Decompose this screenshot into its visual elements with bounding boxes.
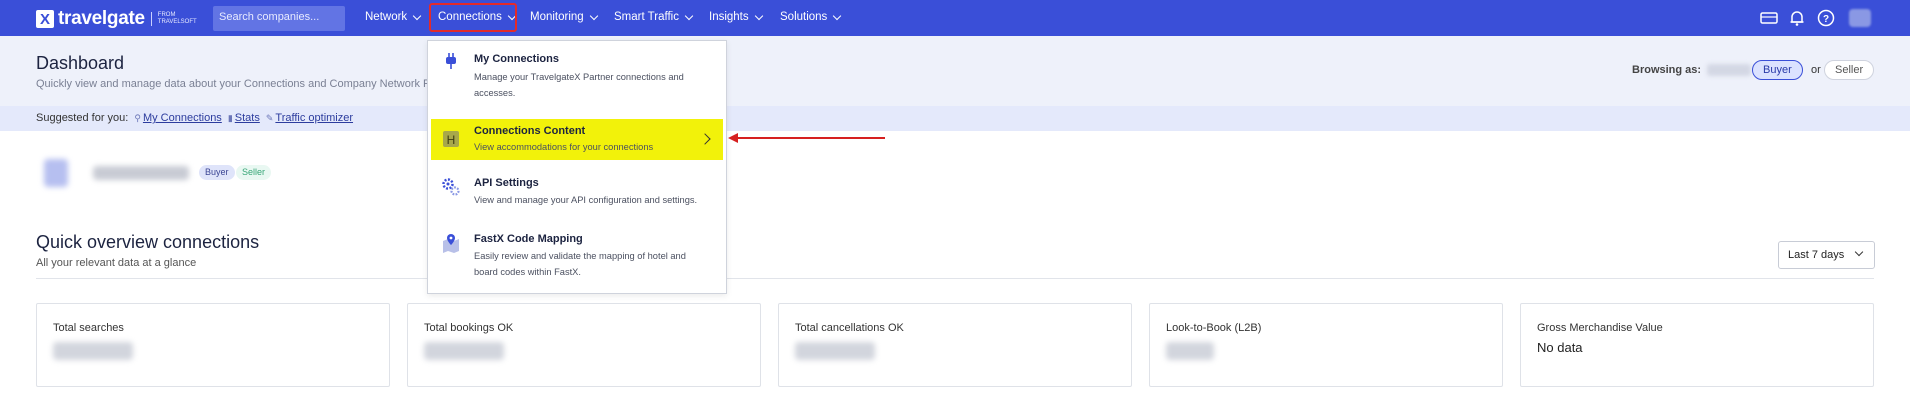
nav-monitoring[interactable]: Monitoring — [530, 11, 598, 23]
browsing-company-name — [1707, 64, 1751, 76]
suggested-link-stats[interactable]: Stats — [235, 112, 260, 124]
company-name-blurred — [93, 166, 189, 180]
chevron-down-icon — [412, 11, 422, 20]
buyer-toggle[interactable]: Buyer — [1752, 60, 1803, 80]
connections-dropdown-menu: My Connections Manage your TravelgateX P… — [427, 40, 727, 294]
travelgate-logo[interactable]: X travelgate FROM TRAVELSOFT — [36, 8, 197, 30]
search-companies-input[interactable]: Search companies... — [213, 6, 345, 31]
blurred-value — [795, 342, 875, 360]
divider — [36, 278, 1874, 279]
suggested-link-traffic-optimizer[interactable]: Traffic optimizer — [275, 112, 353, 124]
card-look-to-book: Look-to-Book (L2B) — [1149, 303, 1503, 387]
menu-item-my-connections[interactable]: My Connections Manage your TravelgateX P… — [431, 45, 723, 103]
logo-from-travelsoft: FROM TRAVELSOFT — [157, 12, 197, 25]
nav-solutions[interactable]: Solutions — [780, 11, 842, 23]
seller-tag: Seller — [236, 165, 272, 180]
suggested-label: Suggested for you: — [36, 112, 129, 124]
help-icon[interactable]: ? — [1817, 9, 1835, 27]
company-logo — [44, 159, 68, 187]
nav-network[interactable]: Network — [365, 11, 422, 23]
wrench-icon: ✎ — [265, 113, 274, 123]
seller-toggle[interactable]: Seller — [1824, 60, 1875, 80]
card-total-searches: Total searches — [36, 303, 390, 387]
svg-text:H: H — [447, 133, 456, 147]
or-text: or — [1811, 64, 1821, 76]
chevron-down-icon — [754, 11, 763, 20]
logo-divider — [150, 12, 152, 26]
logo-x-icon: X — [36, 10, 54, 28]
suggested-for-you: Suggested for you: ⚲ My Connections ▮ Stat… — [36, 112, 353, 124]
bell-icon[interactable] — [1788, 9, 1806, 27]
chevron-down-icon — [1854, 247, 1864, 257]
chevron-down-icon — [684, 11, 694, 20]
ticket-icon[interactable] — [1760, 9, 1778, 27]
overview-subtitle: All your relevant data at a glance — [36, 257, 197, 269]
nav-insights[interactable]: Insights — [709, 11, 763, 23]
menu-item-api-settings[interactable]: API Settings View and manage your API co… — [431, 173, 723, 221]
gmv-value: No data — [1537, 340, 1583, 355]
chevron-down-icon — [833, 11, 842, 20]
card-total-cancellations: Total cancellations OK — [778, 303, 1132, 387]
page-title: Dashboard — [36, 53, 125, 73]
map-pin-icon — [443, 234, 459, 253]
plug-icon — [446, 53, 456, 69]
annotation-arrow-line — [737, 137, 885, 139]
blurred-value — [424, 342, 504, 360]
plug-icon: ⚲ — [134, 113, 141, 123]
hotel-icon: H — [443, 131, 459, 147]
header-band — [0, 36, 1910, 106]
menu-item-connections-content[interactable]: H Connections Content View accommodation… — [431, 119, 723, 160]
blurred-value — [1166, 342, 1214, 360]
gears-icon — [442, 178, 460, 196]
logo-text: travelgate — [58, 8, 145, 29]
annotation-arrow-head — [728, 133, 738, 143]
menu-item-fastx-code-mapping[interactable]: FastX Code Mapping Easily review and val… — [431, 229, 723, 291]
chevron-down-icon — [589, 11, 598, 20]
card-gross-merchandise-value: Gross Merchandise Value No data — [1520, 303, 1874, 387]
overview-title: Quick overview connections — [36, 232, 260, 252]
buyer-tag: Buyer — [199, 165, 235, 180]
user-avatar[interactable] — [1849, 9, 1871, 27]
svg-text:?: ? — [1823, 14, 1829, 25]
period-select[interactable]: Last 7 days — [1778, 241, 1875, 269]
connections-annotation-box — [429, 3, 517, 32]
page-subtitle: Quickly view and manage data about your … — [36, 78, 441, 90]
browsing-as-label: Browsing as: — [1632, 64, 1702, 76]
nav-smart-traffic[interactable]: Smart Traffic — [614, 11, 694, 23]
stats-icon: ▮ — [227, 113, 233, 123]
blurred-value — [53, 342, 133, 360]
suggested-link-my-connections[interactable]: My Connections — [143, 112, 222, 124]
card-total-bookings: Total bookings OK — [407, 303, 761, 387]
